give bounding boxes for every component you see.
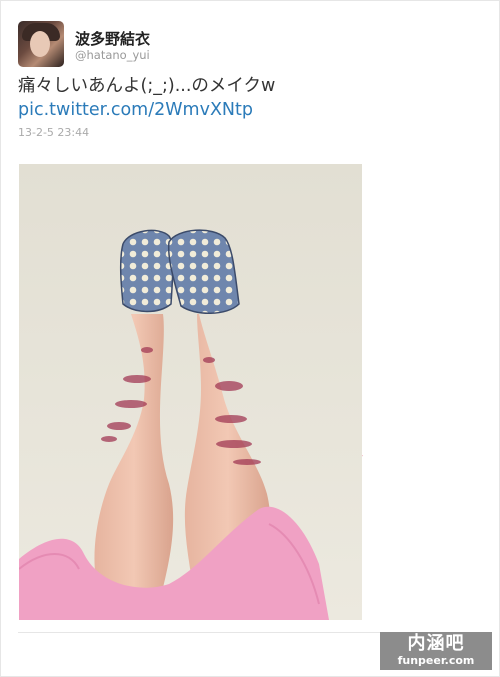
watermark-title: 内涵吧 (407, 633, 465, 654)
photo-image (19, 164, 362, 620)
watermark-logo: 内涵吧 funpeer.com (380, 632, 492, 670)
watermark-domain: funpeer.com (397, 654, 475, 667)
tweet-photo[interactable] (19, 164, 362, 620)
